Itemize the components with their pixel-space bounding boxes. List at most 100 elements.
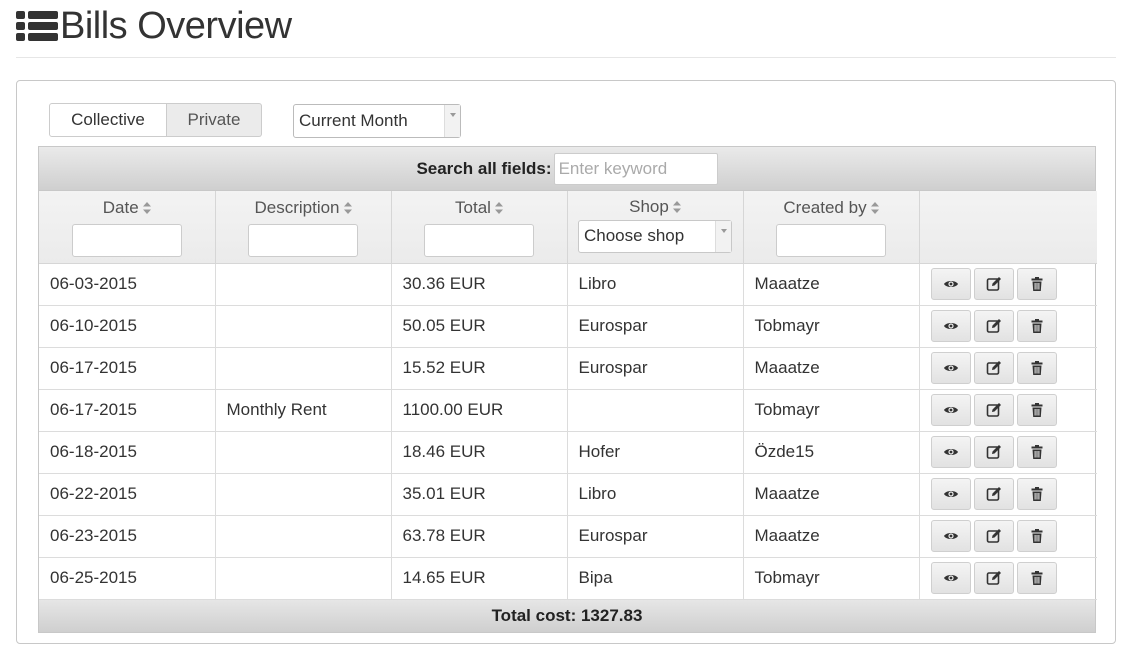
cell-created-by: Tobmayr xyxy=(743,305,920,348)
edit-button[interactable] xyxy=(973,478,1014,510)
search-input[interactable] xyxy=(553,152,718,185)
edit-button[interactable] xyxy=(973,310,1014,342)
view-button[interactable] xyxy=(930,394,971,426)
table-row: 06-17-2015 Monthly Rent 1100.00 EUR Tobm… xyxy=(39,389,1097,432)
view-button[interactable] xyxy=(930,310,971,342)
cell-actions xyxy=(919,557,1097,600)
delete-button[interactable] xyxy=(1016,520,1057,552)
edit-button[interactable] xyxy=(973,394,1014,426)
edit-button[interactable] xyxy=(973,562,1014,594)
cell-total: 63.78 EUR xyxy=(391,515,568,558)
cell-description xyxy=(215,473,392,516)
view-button[interactable] xyxy=(930,520,971,552)
delete-button[interactable] xyxy=(1016,310,1057,342)
cell-description: Monthly Rent xyxy=(215,389,392,432)
sort-icon xyxy=(343,202,352,214)
private-button[interactable]: Private xyxy=(167,103,262,137)
edit-button[interactable] xyxy=(973,352,1014,384)
bills-panel: Collective Private Current Month Search … xyxy=(16,80,1116,644)
delete-button[interactable] xyxy=(1016,436,1057,468)
view-button[interactable] xyxy=(930,436,971,468)
sort-icon xyxy=(870,202,879,214)
cell-created-by: Maaatze xyxy=(743,263,920,306)
cell-total: 1100.00 EUR xyxy=(391,389,568,432)
edit-icon xyxy=(986,529,1001,543)
trash-icon xyxy=(1031,361,1042,375)
cell-description xyxy=(215,305,392,348)
eye-icon xyxy=(943,533,958,539)
shop-filter-select[interactable]: Choose shop xyxy=(578,220,732,253)
cell-total: 18.46 EUR xyxy=(391,431,568,474)
cell-total: 30.36 EUR xyxy=(391,263,568,306)
cell-date: 06-23-2015 xyxy=(39,515,216,558)
edit-button[interactable] xyxy=(973,268,1014,300)
cell-description xyxy=(215,557,392,600)
column-date-label: Date xyxy=(102,198,139,217)
eye-icon xyxy=(943,491,958,497)
cell-shop xyxy=(567,389,744,432)
column-description[interactable]: Description xyxy=(215,191,392,264)
eye-icon xyxy=(943,407,958,413)
eye-icon xyxy=(943,281,958,287)
trash-icon xyxy=(1031,571,1042,585)
edit-icon xyxy=(986,571,1001,585)
cell-description xyxy=(215,515,392,558)
cell-shop: Bipa xyxy=(567,557,744,600)
trash-icon xyxy=(1031,403,1042,417)
cell-total: 35.01 EUR xyxy=(391,473,568,516)
eye-icon xyxy=(943,323,958,329)
eye-icon xyxy=(943,575,958,581)
view-button[interactable] xyxy=(930,352,971,384)
page-title: Bills Overview xyxy=(60,5,292,47)
cell-created-by: Tobmayr xyxy=(743,389,920,432)
table-row: 06-25-2015 14.65 EUR Bipa Tobmayr xyxy=(39,557,1097,600)
search-label: Search all fields: xyxy=(416,158,552,178)
created-by-filter-input[interactable] xyxy=(776,224,886,257)
cell-description xyxy=(215,347,392,390)
trash-icon xyxy=(1031,277,1042,291)
page-header: Bills Overview xyxy=(16,2,292,50)
cell-description xyxy=(215,263,392,306)
column-date[interactable]: Date xyxy=(39,191,216,264)
view-button[interactable] xyxy=(930,268,971,300)
view-button[interactable] xyxy=(930,562,971,594)
cell-created-by: Tobmayr xyxy=(743,557,920,600)
scope-toggle: Collective Private xyxy=(49,103,262,137)
sort-icon xyxy=(142,202,151,214)
header-row: Date Description Total Shop Choose shop … xyxy=(39,191,1097,264)
period-select[interactable]: Current Month xyxy=(293,104,461,138)
delete-button[interactable] xyxy=(1016,352,1057,384)
table-row: 06-10-2015 50.05 EUR Eurospar Tobmayr xyxy=(39,305,1097,348)
eye-icon xyxy=(943,449,958,455)
table-row: 06-17-2015 15.52 EUR Eurospar Maaatze xyxy=(39,347,1097,390)
cell-created-by: Maaatze xyxy=(743,347,920,390)
delete-button[interactable] xyxy=(1016,478,1057,510)
delete-button[interactable] xyxy=(1016,268,1057,300)
cell-shop: Eurospar xyxy=(567,305,744,348)
column-created-by[interactable]: Created by xyxy=(743,191,920,264)
total-filter-input[interactable] xyxy=(424,224,534,257)
column-shop[interactable]: Shop Choose shop xyxy=(567,191,744,264)
table-row: 06-18-2015 18.46 EUR Hofer Özde15 xyxy=(39,431,1097,474)
edit-button[interactable] xyxy=(973,520,1014,552)
delete-button[interactable] xyxy=(1016,394,1057,426)
cell-total: 14.65 EUR xyxy=(391,557,568,600)
cell-actions xyxy=(919,515,1097,558)
cell-actions xyxy=(919,431,1097,474)
view-button[interactable] xyxy=(930,478,971,510)
edit-icon xyxy=(986,277,1001,291)
edit-button[interactable] xyxy=(973,436,1014,468)
table-row: 06-22-2015 35.01 EUR Libro Maaatze xyxy=(39,473,1097,516)
cell-date: 06-25-2015 xyxy=(39,557,216,600)
description-filter-input[interactable] xyxy=(248,224,358,257)
cell-actions xyxy=(919,389,1097,432)
chevron-down-icon xyxy=(444,105,460,137)
total-cost: Total cost: 1327.83 xyxy=(39,599,1095,632)
trash-icon xyxy=(1031,529,1042,543)
cell-date: 06-18-2015 xyxy=(39,431,216,474)
column-total[interactable]: Total xyxy=(391,191,568,264)
collective-button[interactable]: Collective xyxy=(49,103,167,137)
delete-button[interactable] xyxy=(1016,562,1057,594)
cell-date: 06-03-2015 xyxy=(39,263,216,306)
date-filter-input[interactable] xyxy=(71,224,182,257)
